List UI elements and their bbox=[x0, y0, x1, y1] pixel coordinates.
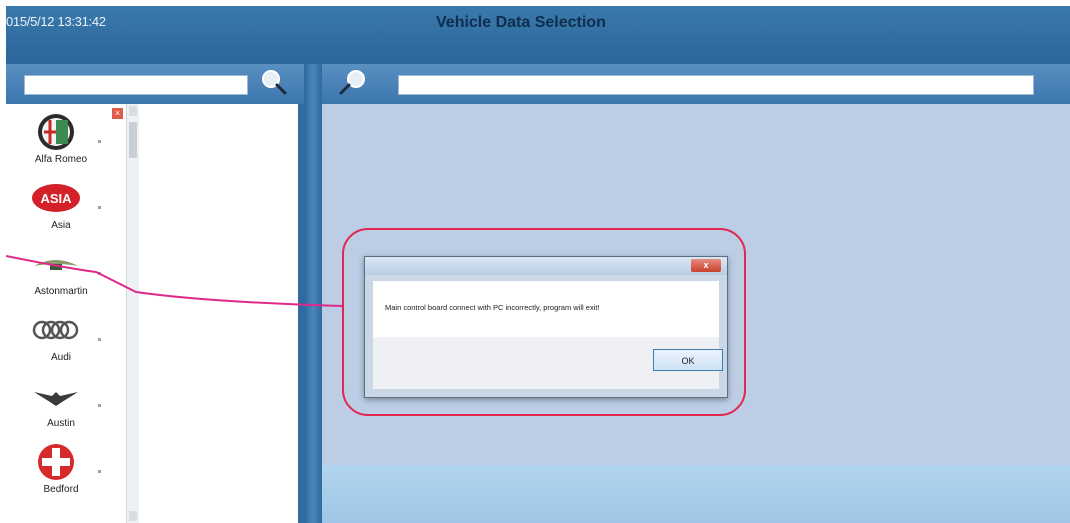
dialog-body: Main control board connect with PC incor… bbox=[373, 281, 719, 337]
brand-item-alfa-romeo[interactable]: Alfa Romeo bbox=[6, 110, 116, 172]
model-search-input[interactable] bbox=[398, 75, 1034, 95]
brand-item-austin[interactable]: Austin bbox=[6, 374, 116, 436]
dialog-message: Main control board connect with PC incor… bbox=[385, 303, 600, 312]
scroll-down-button[interactable] bbox=[129, 511, 137, 521]
datetime-label: 015/5/12 13:31:42 bbox=[6, 14, 106, 29]
scroll-thumb[interactable] bbox=[129, 122, 137, 158]
brand-label: Asia bbox=[51, 220, 71, 231]
brand-item-asia[interactable]: ASIA Asia bbox=[6, 176, 116, 238]
austin-logo-icon bbox=[34, 392, 78, 406]
brand-item-astonmartin[interactable]: Astonmartin bbox=[6, 242, 116, 304]
audi-logo-icon bbox=[32, 320, 79, 340]
asia-logo-text: ASIA bbox=[40, 191, 72, 206]
list-bullet bbox=[98, 338, 101, 341]
dialog-footer: OK bbox=[373, 337, 723, 389]
brand-search-bar bbox=[6, 64, 304, 104]
list-bullet bbox=[98, 272, 101, 275]
brand-item-audi[interactable]: Audi bbox=[6, 308, 116, 370]
list-bullet bbox=[98, 206, 101, 209]
search-icon[interactable] bbox=[260, 68, 288, 96]
brand-label: Astonmartin bbox=[34, 286, 88, 297]
model-search-bar bbox=[322, 64, 1070, 104]
bedford-logo-icon bbox=[38, 444, 74, 480]
dialog-close-button[interactable]: x bbox=[691, 259, 721, 272]
close-icon[interactable]: × bbox=[112, 108, 123, 119]
brand-label: Alfa Romeo bbox=[34, 154, 88, 165]
brand-item-bedford[interactable]: Bedford bbox=[6, 440, 116, 502]
model-list bbox=[139, 104, 298, 523]
brand-search-input[interactable] bbox=[24, 75, 248, 95]
alfa-romeo-logo-icon bbox=[38, 114, 74, 150]
window-title: Vehicle Data Selection bbox=[436, 14, 606, 31]
brand-label: Bedford bbox=[43, 484, 79, 495]
search-icon[interactable] bbox=[338, 68, 366, 96]
brand-label: Austin bbox=[47, 418, 75, 429]
error-dialog: x Main control board connect with PC inc… bbox=[364, 256, 728, 398]
list-bullet bbox=[98, 404, 101, 407]
asia-logo-icon: ASIA bbox=[32, 184, 80, 212]
brand-list: Alfa Romeo ASIA Asia Astonmartin Audi Au… bbox=[6, 104, 126, 523]
brand-list-scrollbar[interactable] bbox=[126, 104, 139, 523]
title-bar: 015/5/12 13:31:42 Vehicle Data Selection bbox=[6, 6, 1070, 64]
dialog-title-bar: x bbox=[365, 257, 727, 275]
ok-button[interactable]: OK bbox=[653, 349, 723, 371]
list-bullet bbox=[98, 470, 101, 473]
scroll-up-button[interactable] bbox=[129, 106, 137, 116]
brand-label: Audi bbox=[50, 352, 71, 363]
aston-martin-logo-icon bbox=[34, 260, 78, 270]
app-window: 015/5/12 13:31:42 Vehicle Data Selection… bbox=[6, 6, 1070, 523]
content-footer bbox=[322, 465, 1070, 523]
list-bullet bbox=[98, 140, 101, 143]
pane-splitter[interactable] bbox=[304, 64, 322, 523]
